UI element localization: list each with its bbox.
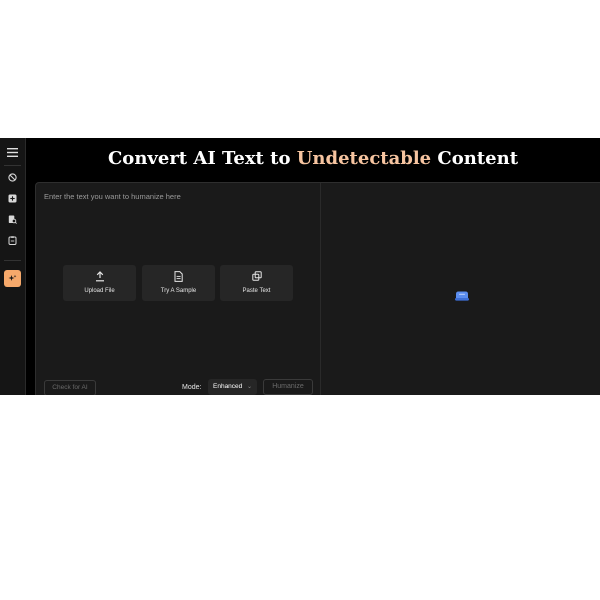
- paste-text-label: Paste Text: [242, 288, 271, 294]
- document-search-icon[interactable]: [4, 211, 21, 228]
- sidebar: [0, 138, 26, 395]
- ban-icon[interactable]: [4, 169, 21, 186]
- title-accent: Undetectable: [296, 148, 432, 169]
- humanize-button[interactable]: Humanize: [263, 379, 313, 395]
- upload-file-button[interactable]: Upload File: [63, 265, 136, 301]
- plus-square-icon[interactable]: [4, 190, 21, 207]
- upload-file-label: Upload File: [84, 288, 115, 294]
- sidebar-divider: [4, 165, 21, 166]
- menu-icon[interactable]: [4, 144, 21, 161]
- output-placeholder-icon: [454, 289, 470, 301]
- chevron-down-icon: ⌄: [246, 384, 252, 390]
- title-part-2: Content: [437, 148, 519, 169]
- try-sample-label: Try A Sample: [160, 288, 197, 294]
- try-sample-button[interactable]: Try A Sample: [142, 265, 215, 301]
- panel-divider: [320, 183, 321, 395]
- humanizer-panel: Enter the text you want to humanize here…: [35, 182, 600, 395]
- app-window: Convert AI Text to Undetectable Content …: [0, 138, 600, 395]
- page-title: Convert AI Text to Undetectable Content: [26, 147, 600, 171]
- paste-text-button[interactable]: Paste Text: [220, 265, 293, 301]
- sidebar-divider: [4, 260, 21, 261]
- copy-icon: [220, 271, 293, 283]
- mode-select[interactable]: Enhanced ⌄: [208, 379, 257, 395]
- sparkle-icon[interactable]: [4, 270, 21, 287]
- text-input-placeholder[interactable]: Enter the text you want to humanize here: [44, 192, 181, 201]
- check-for-ai-button[interactable]: Check for AI: [44, 380, 96, 395]
- document-icon: [142, 271, 215, 283]
- mode-select-value: Enhanced: [213, 383, 243, 390]
- title-part-1: Convert AI Text to: [107, 148, 291, 169]
- clipboard-icon[interactable]: [4, 232, 21, 249]
- mode-label: Mode:: [182, 384, 202, 391]
- upload-icon: [63, 271, 136, 283]
